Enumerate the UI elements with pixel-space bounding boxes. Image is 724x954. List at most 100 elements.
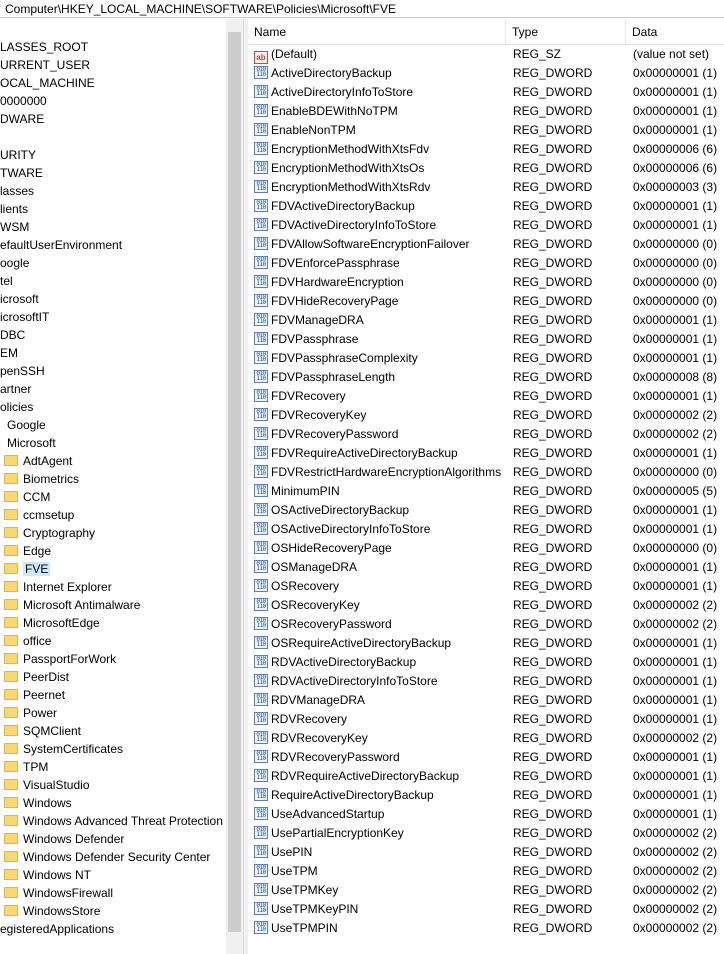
value-row[interactable]: FDVPassphrase REG_DWORD 0x00000001 (1)	[248, 330, 724, 349]
value-row[interactable]: UseTPMKey REG_DWORD 0x00000002 (2)	[248, 881, 724, 900]
value-row[interactable]: FDVManageDRA REG_DWORD 0x00000001 (1)	[248, 311, 724, 330]
value-row[interactable]: FDVRequireActiveDirectoryBackup REG_DWORD…	[248, 444, 724, 463]
tree-item[interactable]: MicrosoftEdge	[4, 614, 226, 632]
value-row[interactable]: FDVHideRecoveryPage REG_DWORD 0x00000000 (…	[248, 292, 724, 311]
tree-item[interactable]: artner	[0, 380, 226, 398]
tree-item[interactable]: Power	[4, 704, 226, 722]
value-row[interactable]: FDVActiveDirectoryBackup REG_DWORD 0x00000…	[248, 197, 724, 216]
tree-item[interactable]: SystemCertificates	[4, 740, 226, 758]
value-row[interactable]: FDVRestrictHardwareEncryptionAlgorithms R…	[248, 463, 724, 482]
value-row[interactable]: UseTPMKeyPIN REG_DWORD 0x00000002 (2)	[248, 900, 724, 919]
value-row[interactable]: OSActiveDirectoryBackup REG_DWORD 0x000000…	[248, 501, 724, 520]
tree-item[interactable]: tel	[0, 272, 226, 290]
value-row[interactable]: OSRecoveryPassword REG_DWORD 0x00000002 (2…	[248, 615, 724, 634]
tree-item[interactable]: LASSES_ROOT	[0, 38, 226, 56]
tree-item[interactable]: FVE	[4, 560, 226, 578]
value-row[interactable]: FDVPassphraseComplexity REG_DWORD 0x000000…	[248, 349, 724, 368]
tree-item[interactable]: lients	[0, 200, 226, 218]
value-row[interactable]: FDVRecovery REG_DWORD 0x00000001 (1)	[248, 387, 724, 406]
tree-item[interactable]: DBC	[0, 326, 226, 344]
value-row[interactable]: EncryptionMethodWithXtsFdv REG_DWORD 0x000…	[248, 140, 724, 159]
value-row[interactable]: ActiveDirectoryInfoToStore REG_DWORD 0x000…	[248, 83, 724, 102]
value-row[interactable]: OSActiveDirectoryInfoToStore REG_DWORD 0x0…	[248, 520, 724, 539]
tree-item[interactable]: Windows Advanced Threat Protection	[4, 812, 226, 830]
tree-item[interactable]: Peernet	[4, 686, 226, 704]
tree-item[interactable]: PeerDist	[4, 668, 226, 686]
tree-item[interactable]: ccmsetup	[4, 506, 226, 524]
tree-item[interactable]	[0, 128, 226, 146]
tree-item[interactable]: VisualStudio	[4, 776, 226, 794]
tree-item[interactable]: Windows NT	[4, 866, 226, 884]
value-row[interactable]: OSManageDRA REG_DWORD 0x00000001 (1)	[248, 558, 724, 577]
value-row[interactable]: UseTPMPIN REG_DWORD 0x00000002 (2)	[248, 919, 724, 938]
tree-item[interactable]: icrosoft	[0, 290, 226, 308]
value-row[interactable]: RequireActiveDirectoryBackup REG_DWORD 0x0…	[248, 786, 724, 805]
value-row[interactable]: RDVActiveDirectoryInfoToStore REG_DWORD 0x…	[248, 672, 724, 691]
value-row[interactable]: EnableBDEWithNoTPM REG_DWORD 0x00000001 (1…	[248, 102, 724, 121]
tree-item[interactable]: egisteredApplications	[0, 920, 226, 938]
tree-scrollbar-thumb[interactable]	[228, 32, 241, 932]
tree-item[interactable]: Windows	[4, 794, 226, 812]
tree-item[interactable]: efaultUserEnvironment	[0, 236, 226, 254]
tree-item[interactable]: olicies	[0, 398, 226, 416]
value-row[interactable]: ab (Default) REG_SZ (value not set)	[248, 45, 724, 64]
tree-item[interactable]: lasses	[0, 182, 226, 200]
tree-item[interactable]: Windows Defender Security Center	[4, 848, 226, 866]
tree-scrollbar[interactable]	[226, 19, 243, 954]
tree-item[interactable]: Microsoft Antimalware	[4, 596, 226, 614]
tree-item[interactable]: URITY	[0, 146, 226, 164]
value-row[interactable]: OSRequireActiveDirectoryBackup REG_DWORD 0…	[248, 634, 724, 653]
tree-item[interactable]: PassportForWork	[4, 650, 226, 668]
tree-item[interactable]: Cryptography	[4, 524, 226, 542]
value-row[interactable]: RDVRecoveryPassword REG_DWORD 0x00000001 (…	[248, 748, 724, 767]
tree-item[interactable]: Edge	[4, 542, 226, 560]
tree-item[interactable]: DWARE	[0, 110, 226, 128]
address-bar[interactable]: Computer\HKEY_LOCAL_MACHINE\SOFTWARE\Pol…	[0, 0, 724, 18]
value-row[interactable]: RDVRequireActiveDirectoryBackup REG_DWORD…	[248, 767, 724, 786]
tree-item[interactable]: AdtAgent	[4, 452, 226, 470]
value-row[interactable]: EnableNonTPM REG_DWORD 0x00000001 (1)	[248, 121, 724, 140]
tree-item[interactable]: WindowsStore	[4, 902, 226, 920]
tree-item[interactable]: TPM	[4, 758, 226, 776]
value-row[interactable]: FDVEnforcePassphrase REG_DWORD 0x00000000 …	[248, 254, 724, 273]
tree-item[interactable]: Microsoft	[7, 434, 226, 452]
value-row[interactable]: UseAdvancedStartup REG_DWORD 0x00000001 (1…	[248, 805, 724, 824]
tree-item[interactable]: office	[4, 632, 226, 650]
value-row[interactable]: UsePIN REG_DWORD 0x00000002 (2)	[248, 843, 724, 862]
value-row[interactable]: UseTPM REG_DWORD 0x00000002 (2)	[248, 862, 724, 881]
value-row[interactable]: FDVRecoveryPassword REG_DWORD 0x00000002 (…	[248, 425, 724, 444]
value-row[interactable]: MinimumPIN REG_DWORD 0x00000005 (5)	[248, 482, 724, 501]
value-row[interactable]: FDVAllowSoftwareEncryptionFailover REG_DW…	[248, 235, 724, 254]
value-row[interactable]: OSRecoveryKey REG_DWORD 0x00000002 (2)	[248, 596, 724, 615]
value-row[interactable]: RDVRecovery REG_DWORD 0x00000001 (1)	[248, 710, 724, 729]
value-row[interactable]: UsePartialEncryptionKey REG_DWORD 0x000000…	[248, 824, 724, 843]
tree-item[interactable]: URRENT_USER	[0, 56, 226, 74]
value-row[interactable]: OSRecovery REG_DWORD 0x00000001 (1)	[248, 577, 724, 596]
tree-item[interactable]: Google	[7, 416, 226, 434]
value-row[interactable]: OSHideRecoveryPage REG_DWORD 0x00000000 (0…	[248, 539, 724, 558]
value-row[interactable]: ActiveDirectoryBackup REG_DWORD 0x00000001…	[248, 64, 724, 83]
value-row[interactable]: FDVRecoveryKey REG_DWORD 0x00000002 (2)	[248, 406, 724, 425]
tree-item[interactable]: TWARE	[0, 164, 226, 182]
tree-item[interactable]: WSM	[0, 218, 226, 236]
value-row[interactable]: FDVActiveDirectoryInfoToStore REG_DWORD 0x…	[248, 216, 724, 235]
tree-item[interactable]: 0000000	[0, 92, 226, 110]
column-header-type[interactable]: Type	[506, 19, 626, 45]
tree-item[interactable]: Windows Defender	[4, 830, 226, 848]
column-header-name[interactable]: Name	[248, 19, 506, 45]
tree-item[interactable]: OCAL_MACHINE	[0, 74, 226, 92]
tree-item[interactable]: CCM	[4, 488, 226, 506]
tree-item[interactable]: SQMClient	[4, 722, 226, 740]
value-row[interactable]: EncryptionMethodWithXtsRdv REG_DWORD 0x000…	[248, 178, 724, 197]
tree-item[interactable]: penSSH	[0, 362, 226, 380]
tree-item[interactable]: WindowsFirewall	[4, 884, 226, 902]
tree-item[interactable]: icrosoftIT	[0, 308, 226, 326]
value-row[interactable]: RDVManageDRA REG_DWORD 0x00000001 (1)	[248, 691, 724, 710]
value-row[interactable]: EncryptionMethodWithXtsOs REG_DWORD 0x0000…	[248, 159, 724, 178]
tree-item[interactable]: Internet Explorer	[4, 578, 226, 596]
value-row[interactable]: RDVActiveDirectoryBackup REG_DWORD 0x00000…	[248, 653, 724, 672]
value-row[interactable]: FDVHardwareEncryption REG_DWORD 0x00000000…	[248, 273, 724, 292]
column-header-data[interactable]: Data	[626, 19, 724, 45]
tree-item[interactable]: Biometrics	[4, 470, 226, 488]
value-row[interactable]: FDVPassphraseLength REG_DWORD 0x00000008 (…	[248, 368, 724, 387]
